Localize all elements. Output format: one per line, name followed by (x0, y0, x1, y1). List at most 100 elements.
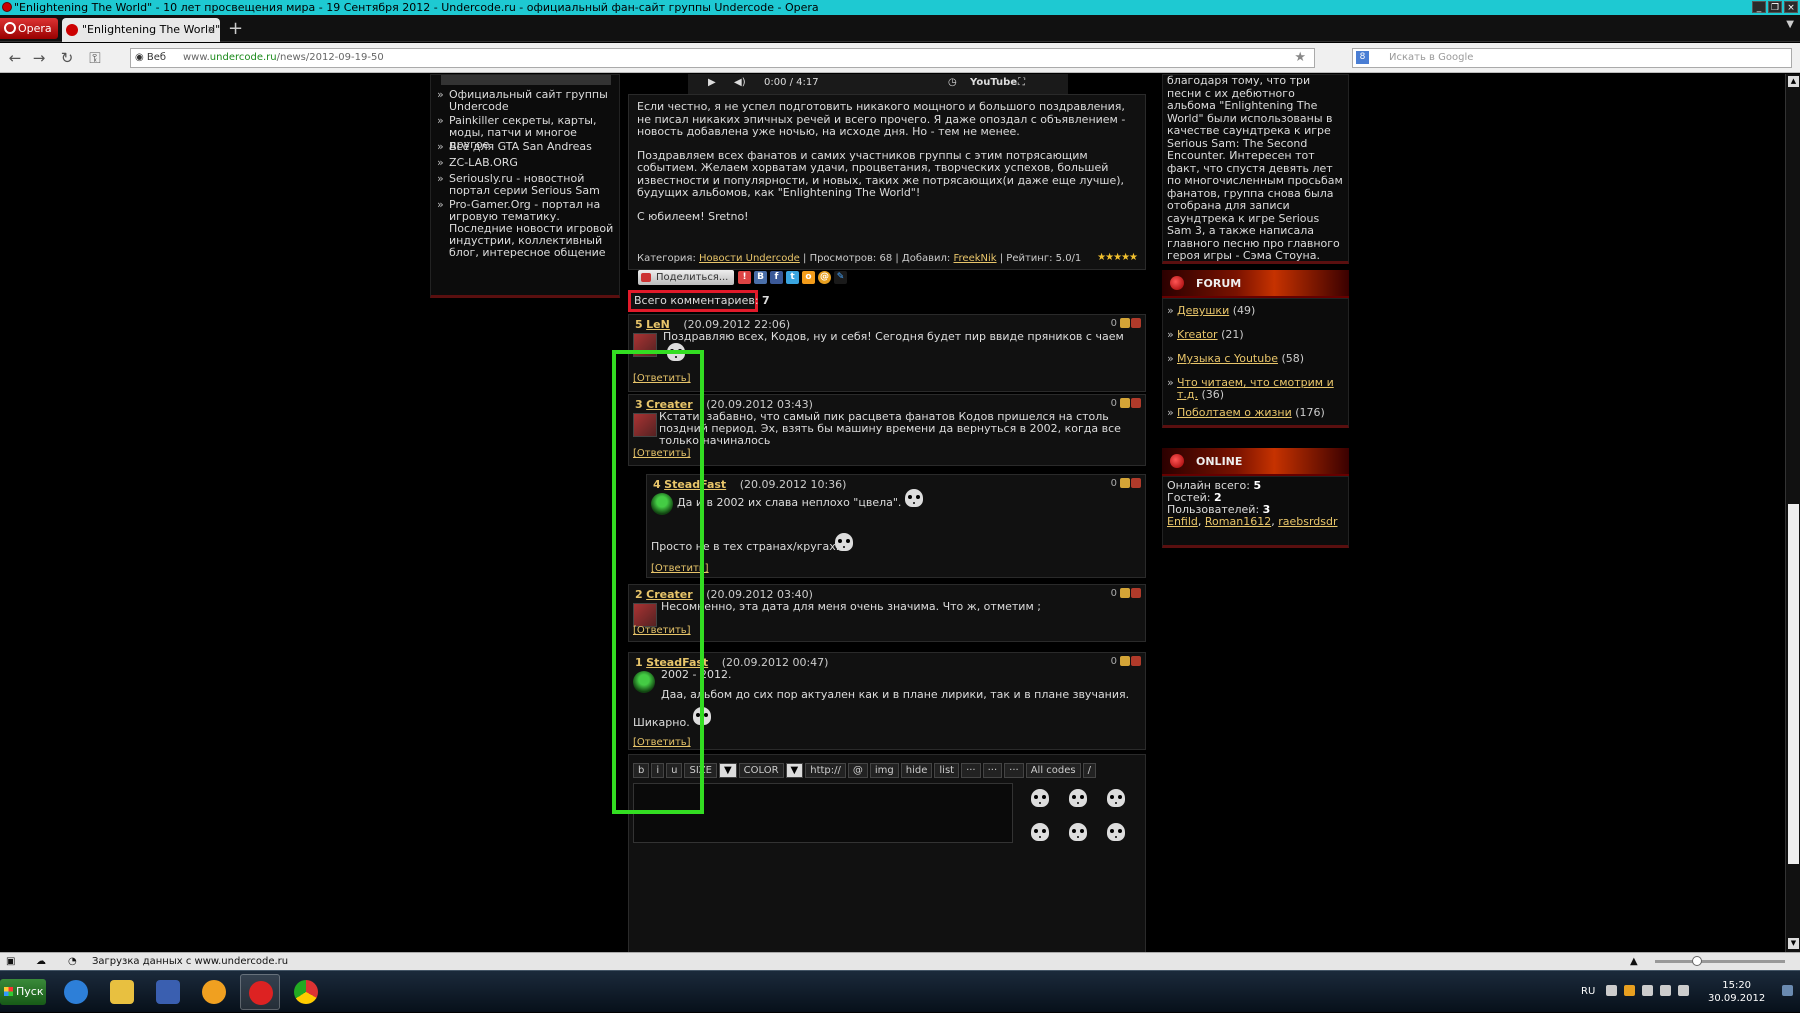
thumb-down-icon[interactable] (1131, 478, 1141, 488)
fullscreen-icon[interactable]: ⛶ (1018, 74, 1025, 92)
reload-icon[interactable]: ↻ (58, 49, 76, 67)
zoom-slider-knob[interactable] (1692, 956, 1702, 966)
url-button[interactable]: http:// (805, 763, 846, 778)
thumb-up-icon[interactable] (1120, 398, 1130, 408)
thumb-up-icon[interactable] (1120, 656, 1130, 666)
bookmark-star-icon[interactable]: ★ (1294, 49, 1306, 67)
img-button[interactable]: img (869, 763, 899, 778)
thumb-up-icon[interactable] (1120, 318, 1130, 328)
rating-stars[interactable]: ★★★★★ (1097, 252, 1138, 265)
maximize-button[interactable]: ❐ (1768, 1, 1782, 13)
close-button[interactable]: × (1784, 1, 1798, 13)
category-link[interactable]: Новости Undercode (699, 253, 800, 264)
skull-smiley-icon[interactable] (1067, 823, 1089, 853)
forum-link[interactable]: Kreator (1177, 328, 1218, 341)
skull-smiley-icon[interactable] (1029, 789, 1051, 819)
email-button[interactable]: @ (847, 763, 868, 778)
key-icon[interactable]: ⚿ (86, 49, 104, 67)
sidebar-link[interactable]: Официальный сайт группы Undercode (437, 89, 619, 113)
forward-icon[interactable]: → (30, 49, 48, 67)
show-desktop-icon[interactable] (1782, 985, 1793, 996)
comment-textarea[interactable] (633, 783, 1013, 843)
reply-link[interactable]: [Ответить] (633, 373, 691, 384)
skull-smiley-icon[interactable] (1105, 789, 1127, 819)
taskbar-ie[interactable] (56, 974, 96, 1010)
thumb-down-icon[interactable] (1131, 398, 1141, 408)
link-icon[interactable]: ✎ (834, 271, 847, 284)
facebook-icon[interactable]: f (770, 271, 783, 284)
search-field[interactable]: 8 Искать в Google (1352, 48, 1792, 68)
taskbar-opera[interactable] (240, 974, 280, 1010)
odnoklassniki-icon[interactable]: o (802, 271, 815, 284)
taskbar-chrome[interactable] (286, 974, 326, 1010)
skull-smiley-icon[interactable] (1067, 789, 1089, 819)
volume-icon[interactable]: ◀) (734, 74, 746, 92)
clock-icon[interactable]: ◷ (948, 74, 957, 92)
tray-app-icon[interactable] (1624, 985, 1635, 996)
online-user-link[interactable]: raebsrdsdr (1278, 515, 1337, 528)
thumb-down-icon[interactable] (1131, 588, 1141, 598)
page-scrollbar[interactable]: ▲ ▼ (1785, 74, 1800, 952)
scroll-down-icon[interactable]: ▼ (1788, 938, 1799, 949)
forum-link[interactable]: Девушки (1177, 304, 1229, 317)
skull-smiley-icon[interactable] (1105, 823, 1127, 853)
more-button[interactable]: ··· (982, 763, 1003, 778)
address-field[interactable]: ◉ Веб www.undercode.ru/news/2012-09-19-5… (130, 48, 1315, 68)
taskbar-app[interactable] (148, 974, 188, 1010)
network-icon[interactable] (1660, 985, 1671, 996)
reply-link[interactable]: [Ответить] (633, 737, 691, 748)
reply-link[interactable]: [Ответить] (651, 563, 709, 574)
all-codes-button[interactable]: All codes (1025, 763, 1081, 778)
zoom-up-icon[interactable]: ▲ (1630, 953, 1638, 970)
bold-button[interactable]: b (633, 763, 650, 778)
comment-author[interactable]: SteadFast (664, 478, 726, 491)
back-icon[interactable]: ← (6, 49, 24, 67)
more-button[interactable]: ··· (961, 763, 981, 778)
close-tag-button[interactable]: / (1082, 763, 1096, 778)
thumb-up-icon[interactable] (1120, 478, 1130, 488)
panel-toggle-icon[interactable]: ▣ (6, 953, 15, 970)
size-select[interactable]: SIZE (684, 763, 717, 778)
sidebar-link[interactable]: ZC-LAB.ORG (437, 157, 619, 170)
opera-menu-button[interactable]: Opera (0, 18, 58, 39)
taskbar-app[interactable] (194, 974, 234, 1010)
taskbar-explorer[interactable] (102, 974, 142, 1010)
color-dropdown-icon[interactable]: ▼ (785, 763, 804, 778)
zoom-slider[interactable] (1655, 956, 1785, 966)
forum-link[interactable]: Поболтаем о жизни (1177, 406, 1292, 419)
reply-link[interactable]: [Ответить] (633, 448, 691, 459)
thumb-up-icon[interactable] (1120, 588, 1130, 598)
more-button[interactable]: ··· (1004, 763, 1024, 778)
thumb-down-icon[interactable] (1131, 656, 1141, 666)
scroll-up-icon[interactable]: ▲ (1788, 76, 1799, 87)
forum-link[interactable]: Что читаем, что смотрим и т.д. (1177, 376, 1334, 401)
color-select[interactable]: COLOR (738, 763, 784, 778)
tab-close-icon[interactable]: × (207, 18, 216, 42)
play-icon[interactable]: ▶ (708, 74, 716, 92)
italic-button[interactable]: i (651, 763, 665, 778)
underline-button[interactable]: u (666, 763, 683, 778)
minimize-button[interactable]: _ (1752, 1, 1766, 13)
youtube-logo[interactable]: YouTube (970, 74, 1017, 92)
mailru-icon[interactable]: @ (818, 271, 831, 284)
tab-menu-icon[interactable]: ▼ (1786, 19, 1794, 30)
clock[interactable]: 15:20 30.09.2012 (1708, 979, 1765, 1005)
start-button[interactable]: Пуск (0, 979, 46, 1005)
twitter-icon[interactable]: t (786, 271, 799, 284)
language-indicator[interactable]: RU (1581, 986, 1595, 997)
share-icon[interactable]: ! (738, 271, 751, 284)
cloud-icon[interactable]: ☁ (36, 953, 46, 970)
tab-enlightening[interactable]: "Enlightening The World"... × (62, 18, 220, 42)
hide-button[interactable]: hide (900, 763, 933, 778)
author-link[interactable]: FreekNik (954, 253, 997, 264)
volume-icon[interactable] (1678, 985, 1689, 996)
forum-link[interactable]: Музыка с Youtube (1177, 352, 1278, 365)
reply-link[interactable]: [Ответить] (633, 625, 691, 636)
turbo-icon[interactable]: ◔ (68, 953, 77, 970)
flag-icon[interactable] (1642, 985, 1653, 996)
new-tab-button[interactable]: + (228, 19, 246, 39)
skull-smiley-icon[interactable] (1029, 823, 1051, 853)
thumb-down-icon[interactable] (1131, 318, 1141, 328)
scrollbar-thumb[interactable] (1788, 504, 1799, 864)
web-badge[interactable]: ◉ Веб (135, 49, 166, 67)
